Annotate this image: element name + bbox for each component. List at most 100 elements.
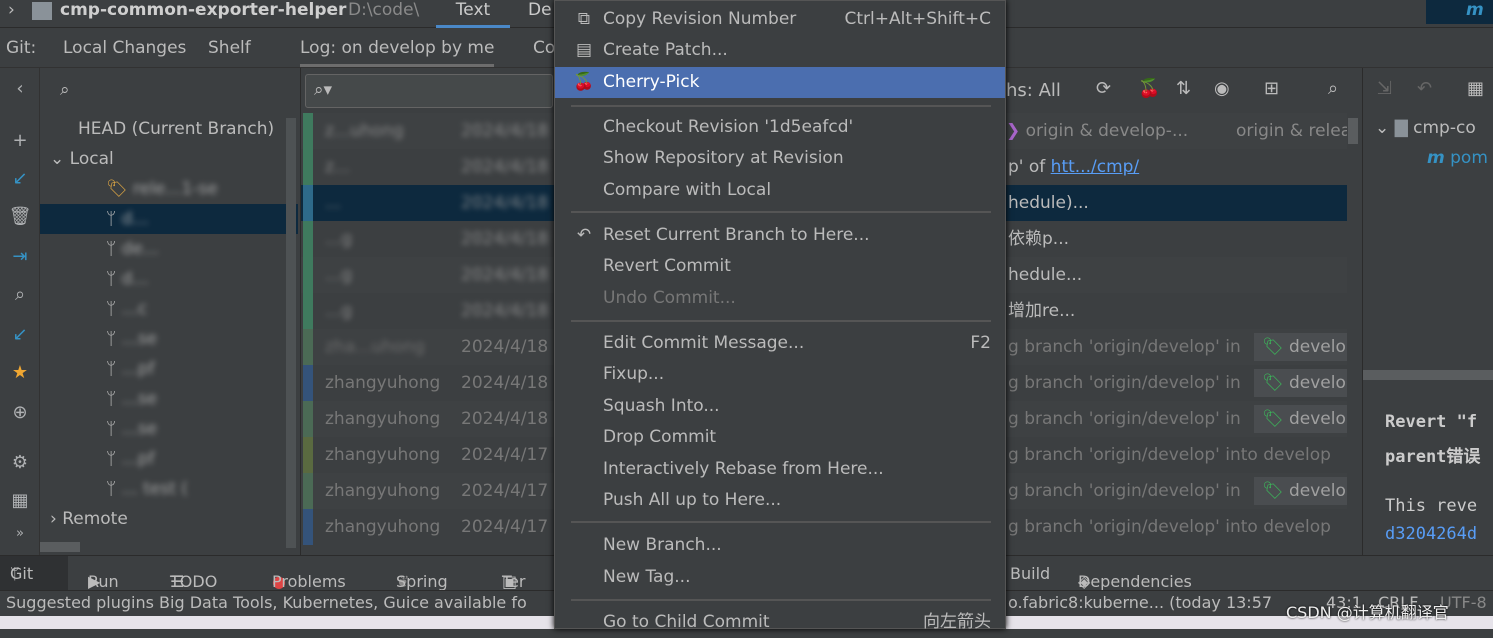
menu-item-reset-current-branch-to-here[interactable]: ↶ Reset Current Branch to Here... — [555, 220, 1005, 251]
commit-row[interactable]: z... 2024/4/18 — [301, 149, 561, 185]
menu-item-create-patch[interactable]: ▤ Create Patch... — [555, 35, 1005, 66]
branch-item[interactable]: ᛘ ...se — [40, 324, 298, 354]
commit-message-row[interactable]: g branch 'origin/develop' into develop — [1006, 437, 1347, 473]
branch-item[interactable]: ᛘ ...pf — [40, 354, 298, 384]
commit-message-row[interactable]: p' of htt.../cmp/ — [1006, 149, 1347, 185]
commit-message-row[interactable]: g branch 'origin/develop' in 🏷 develop — [1006, 401, 1347, 437]
branch-item[interactable]: ᛘ ...c — [40, 294, 298, 324]
tab-console[interactable]: Co — [533, 38, 555, 58]
editor-tab-de[interactable]: De — [528, 0, 552, 20]
commit-message-row[interactable]: g branch 'origin/develop' in 🏷 develop — [1006, 473, 1347, 509]
menu-item-cherry-pick[interactable]: 🍒 Cherry-Pick — [555, 67, 1005, 98]
message-link[interactable]: htt.../cmp/ — [1051, 157, 1139, 177]
branch-item[interactable]: ᛘ ...se — [40, 384, 298, 414]
commit-message-row[interactable]: 依赖p... — [1006, 221, 1347, 257]
branch-label: ... test ( — [121, 479, 188, 499]
commit-message-row[interactable]: hedule... — [1006, 257, 1347, 293]
cherry-pick-icon[interactable]: 🍒 — [1138, 78, 1160, 99]
menu-item-push-all-up-to-here[interactable]: Push All up to Here... — [555, 485, 1005, 516]
sort-icon[interactable]: ⇅ — [1176, 78, 1191, 99]
menu-item-new-branch[interactable]: New Branch... — [555, 530, 1005, 561]
delete-icon[interactable]: 🗑 — [8, 206, 32, 227]
menu-item-checkout-revision-1d5eafcd[interactable]: Checkout Revision '1d5eafcd' — [555, 112, 1005, 143]
star-icon[interactable]: ★ — [8, 362, 32, 383]
tree-file[interactable]: m pom — [1427, 148, 1488, 168]
menu-item-interactively-rebase-from-here[interactable]: Interactively Rebase from Here... — [555, 454, 1005, 485]
menu-item-revert-commit[interactable]: Revert Commit — [555, 251, 1005, 282]
commit-row[interactable]: zhangyuhong 2024/4/18 — [301, 365, 561, 401]
fetch-icon[interactable]: ↙ — [8, 324, 32, 345]
branch-group-local[interactable]: ⌄ Local — [40, 144, 298, 174]
horizontal-scrollbar[interactable] — [40, 542, 80, 552]
menu-item-copy-revision-number[interactable]: ⧉ Copy Revision Number Ctrl+Alt+Shift+C — [555, 4, 1005, 35]
commit-date: 2024/4/18 — [461, 229, 549, 249]
menu-item-show-repository-at-revision[interactable]: Show Repository at Revision — [555, 143, 1005, 174]
commit-row[interactable]: zha...uhong 2024/4/18 — [301, 329, 561, 365]
branch-item[interactable]: ᛘ ... test ( — [40, 474, 298, 504]
branch-head[interactable]: HEAD (Current Branch) — [40, 114, 298, 144]
commit-row[interactable]: zhangyuhong 2024/4/18 — [301, 401, 561, 437]
commit-message-row[interactable]: hedule)... — [1006, 185, 1347, 221]
splitter-scrollbar[interactable] — [1363, 370, 1493, 380]
tree-root[interactable]: ⌄ ▇ cmp-co — [1375, 118, 1476, 138]
commit-row[interactable]: z...uhong 2024/4/18 — [301, 113, 561, 149]
search-icon[interactable]: ⌕ — [1328, 78, 1338, 99]
branches-filter[interactable]: hs: All — [1006, 80, 1061, 101]
menu-item-squash-into[interactable]: Squash Into... — [555, 391, 1005, 422]
gear-icon[interactable]: ⚙ — [8, 452, 32, 473]
refresh-icon[interactable]: ⟳ — [1096, 78, 1111, 99]
menu-item-compare-with-local[interactable]: Compare with Local — [555, 175, 1005, 206]
tool-tab-build[interactable]: Build — [1010, 564, 1050, 583]
branch-item[interactable]: ᛘ d... — [40, 204, 298, 234]
search-icon[interactable]: ⌕ — [8, 284, 32, 305]
update-icon[interactable]: ↙ — [8, 168, 32, 189]
commit-row[interactable]: zhangyuhong 2024/4/17 — [301, 473, 561, 509]
commit-row[interactable]: ...g 2024/4/18 — [301, 221, 561, 257]
status-message[interactable]: Suggested plugins Big Data Tools, Kubern… — [6, 593, 527, 612]
grid-icon[interactable]: ▦ — [8, 490, 32, 511]
commit-row[interactable]: zhangyuhong 2024/4/17 — [301, 509, 561, 545]
tab-local-changes[interactable]: Local Changes — [63, 38, 186, 58]
branch-item[interactable]: ᛘ ...pf — [40, 444, 298, 474]
branch-item[interactable]: ᛘ d... — [40, 264, 298, 294]
menu-item-go-to-child-commit[interactable]: Go to Child Commit 向左箭头 — [555, 607, 1005, 638]
branch-item[interactable]: ᛘ ...se — [40, 414, 298, 444]
new-tab-icon[interactable]: ⊞ — [1264, 78, 1279, 99]
menu-item-drop-commit[interactable]: Drop Commit — [555, 422, 1005, 453]
merge-icon[interactable]: ⇥ — [8, 246, 32, 267]
maven-tab[interactable]: m — [1426, 0, 1493, 24]
commit-message-row[interactable]: 增加re... — [1006, 293, 1347, 329]
collapse-icon[interactable]: ⇲ — [1377, 78, 1392, 99]
tab-log[interactable]: Log: on develop by me — [300, 38, 495, 67]
commit-message-row[interactable]: g branch 'origin/develop' in 🏷 develop — [1006, 365, 1347, 401]
more-icon[interactable]: » — [8, 526, 32, 541]
commit-hash-link[interactable]: d3204264d — [1385, 524, 1477, 544]
branch-item[interactable]: ᛘ de... — [40, 234, 298, 264]
editor-tab-text[interactable]: Text — [436, 0, 510, 28]
log-scrollbar[interactable] — [1348, 118, 1358, 144]
layout-icon[interactable]: ▦ — [1467, 78, 1484, 99]
branch-item[interactable]: 🏷 rele...1-se — [40, 174, 298, 204]
add-icon[interactable]: + — [8, 130, 32, 151]
commit-row[interactable]: ...g 2024/4/18 — [301, 293, 561, 329]
menu-item-edit-commit-message[interactable]: Edit Commit Message... F2 — [555, 328, 1005, 359]
branch-search-icon[interactable]: ⌕ — [60, 80, 70, 100]
branch-group-remote[interactable]: › Remote — [40, 504, 298, 534]
eye-icon[interactable]: ◉ — [1214, 78, 1230, 99]
vertical-scrollbar[interactable] — [286, 118, 296, 548]
commit-message-row[interactable]: ❯ origin & develop-... origin & releas — [1006, 113, 1347, 149]
commit-row[interactable]: ...g 2024/4/18 — [301, 257, 561, 293]
commit-row[interactable]: zhangyuhong 2024/4/17 — [301, 437, 561, 473]
tool-tab-git[interactable]: ᛘ Git — [0, 556, 68, 590]
menu-item-fixup[interactable]: Fixup... — [555, 359, 1005, 390]
commit-message-row[interactable]: g branch 'origin/develop' in 🏷 develop — [1006, 329, 1347, 365]
tab-shelf[interactable]: Shelf — [208, 38, 251, 58]
collapse-icon[interactable]: ‹ — [8, 78, 32, 99]
commit-message-row[interactable]: g branch 'origin/develop' into develop — [1006, 509, 1347, 545]
expand-icon[interactable]: › — [8, 0, 15, 20]
revert-icon[interactable]: ↶ — [1417, 78, 1432, 99]
commit-row[interactable]: ... 2024/4/18 — [301, 185, 561, 221]
menu-item-new-tag[interactable]: New Tag... — [555, 562, 1005, 593]
target-icon[interactable]: ⊕ — [8, 402, 32, 423]
log-search-input[interactable]: ⌕▾ — [305, 74, 553, 108]
